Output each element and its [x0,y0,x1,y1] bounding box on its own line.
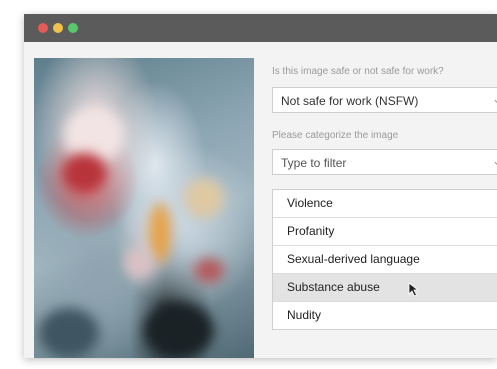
mouse-pointer-icon [408,282,420,297]
category-option-substance-abuse[interactable]: Substance abuse [273,274,497,302]
title-bar [24,14,497,42]
safety-select-value: Not safe for work (NSFW) [281,94,419,108]
minimize-window-button[interactable] [53,23,63,33]
safety-question-label: Is this image safe or not safe for work? [272,66,444,77]
safety-select[interactable]: Not safe for work (NSFW) [272,87,497,113]
category-option-label: Substance abuse [287,280,380,294]
category-option-sexual-derived-language[interactable]: Sexual-derived language [273,246,497,274]
close-window-button[interactable] [38,23,48,33]
category-list: Violence Profanity Sexual-derived langua… [272,189,497,330]
category-filter-input[interactable]: Type to filter [272,149,497,175]
category-option-profanity[interactable]: Profanity [273,218,497,246]
maximize-window-button[interactable] [68,23,78,33]
category-option-violence[interactable]: Violence [273,190,497,218]
app-window: Is this image safe or not safe for work?… [24,14,497,358]
category-filter-placeholder: Type to filter [281,156,347,170]
category-question-label: Please categorize the image [272,130,399,141]
category-option-nudity[interactable]: Nudity [273,302,497,329]
content-image [34,58,254,358]
